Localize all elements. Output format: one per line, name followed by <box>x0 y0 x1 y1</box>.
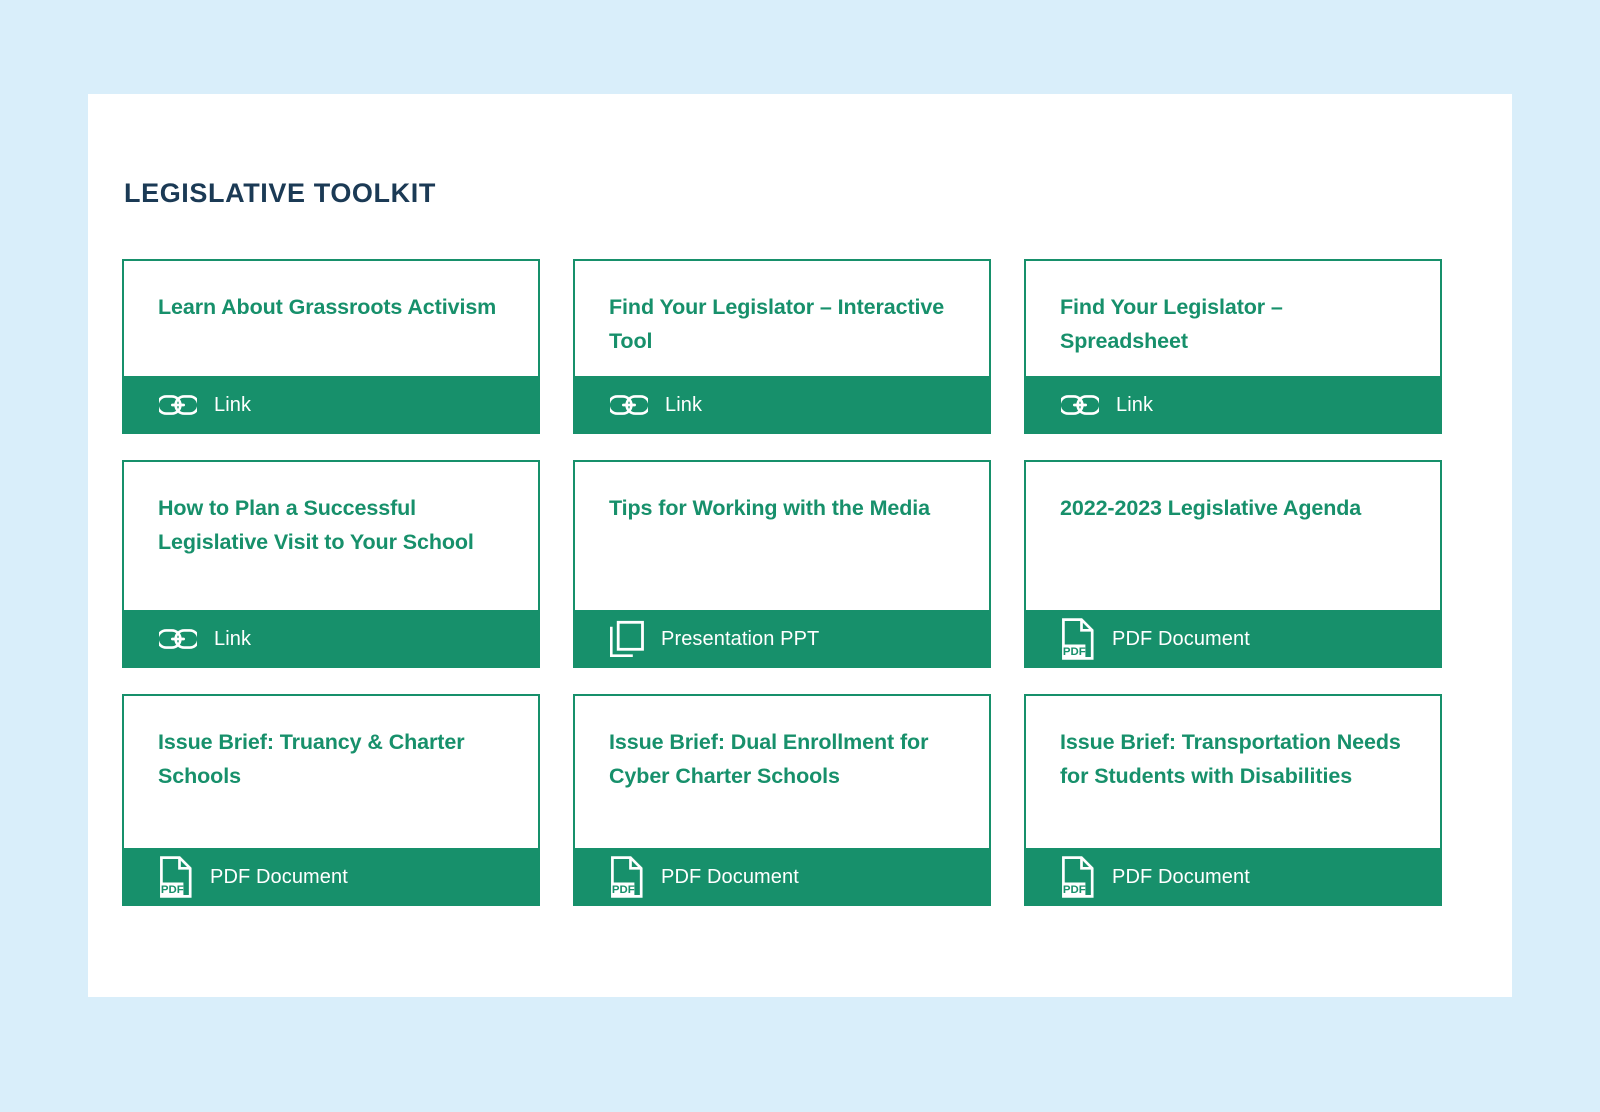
resource-card-body: Learn About Grassroots Activism <box>122 259 540 376</box>
resource-card[interactable]: Find Your Legislator – Interactive Tool … <box>573 259 991 434</box>
pdf-document-icon: PDF <box>609 856 645 898</box>
resource-card-title: How to Plan a Successful Legislative Vis… <box>158 496 474 554</box>
resource-card-title: Issue Brief: Transportation Needs for St… <box>1060 730 1401 788</box>
resource-card-title: Tips for Working with the Media <box>609 496 931 520</box>
resource-card-title: Issue Brief: Dual Enrollment for Cyber C… <box>609 730 929 788</box>
resource-type-label: Presentation PPT <box>661 627 820 650</box>
link-icon <box>1060 392 1100 418</box>
svg-text:PDF: PDF <box>1063 884 1086 896</box>
presentation-slides-icon <box>609 619 645 659</box>
resource-card[interactable]: 2022-2023 Legislative Agenda PDF PDF Doc… <box>1024 460 1442 668</box>
resource-card-body: 2022-2023 Legislative Agenda <box>1024 460 1442 610</box>
resource-card-title: Learn About Grassroots Activism <box>158 295 497 319</box>
resource-card-body: Issue Brief: Dual Enrollment for Cyber C… <box>573 694 991 848</box>
resource-type-label: PDF Document <box>1112 865 1250 888</box>
page-title: LEGISLATIVE TOOLKIT <box>124 178 436 208</box>
resource-card[interactable]: Issue Brief: Transportation Needs for St… <box>1024 694 1442 906</box>
resource-card[interactable]: Find Your Legislator – Spreadsheet Link <box>1024 259 1442 434</box>
resource-card-title: Find Your Legislator – Interactive Tool <box>609 295 945 353</box>
svg-text:PDF: PDF <box>1063 646 1086 658</box>
pdf-document-icon: PDF <box>1060 618 1096 660</box>
resource-type-label: Link <box>1116 393 1154 416</box>
resource-type-label: PDF Document <box>1112 627 1250 650</box>
toolkit-resource-grid: Learn About Grassroots Activism Link Fin… <box>122 259 1477 906</box>
resource-card-body: Issue Brief: Truancy & Charter Schools <box>122 694 540 848</box>
svg-text:PDF: PDF <box>612 884 635 896</box>
resource-card-footer[interactable]: PDF PDF Document <box>122 848 540 906</box>
resource-card[interactable]: Issue Brief: Truancy & Charter Schools P… <box>122 694 540 906</box>
resource-card-footer[interactable]: Link <box>122 610 540 668</box>
link-icon <box>609 392 649 418</box>
resource-card-footer[interactable]: PDF PDF Document <box>1024 848 1442 906</box>
resource-type-label: PDF Document <box>661 865 799 888</box>
resource-card-footer[interactable]: Link <box>1024 376 1442 434</box>
resource-card-footer[interactable]: Presentation PPT <box>573 610 991 668</box>
resource-type-label: PDF Document <box>210 865 348 888</box>
page-root: LEGISLATIVE TOOLKIT Learn About Grassroo… <box>0 0 1600 1112</box>
pdf-document-icon: PDF <box>158 856 194 898</box>
resource-card-footer[interactable]: Link <box>573 376 991 434</box>
resource-card-body: Tips for Working with the Media <box>573 460 991 610</box>
resource-card-body: Find Your Legislator – Interactive Tool <box>573 259 991 376</box>
resource-card-title: Find Your Legislator – Spreadsheet <box>1060 295 1283 353</box>
pdf-document-icon: PDF <box>1060 856 1096 898</box>
resource-card-title: Issue Brief: Truancy & Charter Schools <box>158 730 465 788</box>
resource-card-body: Find Your Legislator – Spreadsheet <box>1024 259 1442 376</box>
content-panel: LEGISLATIVE TOOLKIT Learn About Grassroo… <box>88 94 1512 997</box>
resource-type-label: Link <box>665 393 703 416</box>
resource-card-footer[interactable]: Link <box>122 376 540 434</box>
link-icon <box>158 626 198 652</box>
resource-type-label: Link <box>214 627 252 650</box>
resource-card[interactable]: Issue Brief: Dual Enrollment for Cyber C… <box>573 694 991 906</box>
link-icon <box>158 392 198 418</box>
svg-text:PDF: PDF <box>161 884 184 896</box>
resource-type-label: Link <box>214 393 252 416</box>
resource-card-body: How to Plan a Successful Legislative Vis… <box>122 460 540 610</box>
resource-card-body: Issue Brief: Transportation Needs for St… <box>1024 694 1442 848</box>
resource-card-title: 2022-2023 Legislative Agenda <box>1060 496 1362 520</box>
resource-card[interactable]: How to Plan a Successful Legislative Vis… <box>122 460 540 668</box>
resource-card-footer[interactable]: PDF PDF Document <box>1024 610 1442 668</box>
resource-card[interactable]: Learn About Grassroots Activism Link <box>122 259 540 434</box>
resource-card-footer[interactable]: PDF PDF Document <box>573 848 991 906</box>
resource-card[interactable]: Tips for Working with the Media Presenta… <box>573 460 991 668</box>
